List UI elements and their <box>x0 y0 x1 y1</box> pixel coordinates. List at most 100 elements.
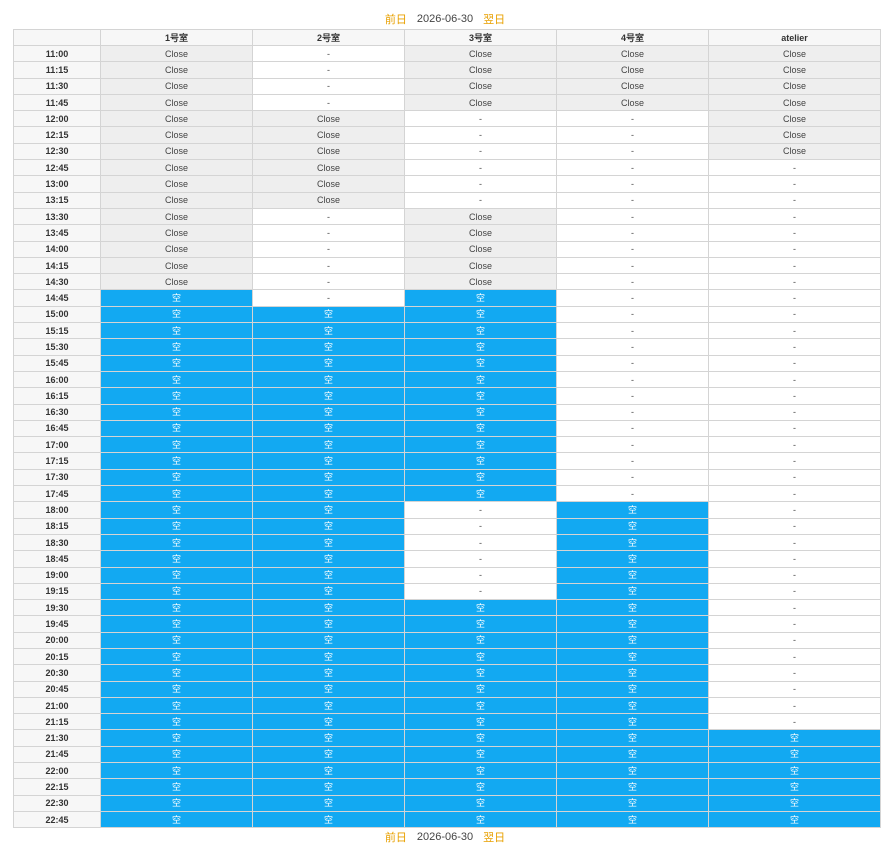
available-slot[interactable]: 空 <box>404 452 557 470</box>
available-slot[interactable]: 空 <box>100 762 253 780</box>
available-slot[interactable]: 空 <box>252 810 405 829</box>
available-slot[interactable]: 空 <box>100 322 253 340</box>
next-day-link[interactable]: 翌日 <box>483 11 505 27</box>
available-slot[interactable]: 空 <box>556 664 709 682</box>
available-slot[interactable]: 空 <box>100 485 253 503</box>
available-slot[interactable]: 空 <box>252 550 405 568</box>
available-slot[interactable]: 空 <box>100 713 253 731</box>
available-slot[interactable]: 空 <box>252 370 405 389</box>
available-slot[interactable]: 空 <box>100 436 253 454</box>
available-slot[interactable]: 空 <box>252 680 405 698</box>
available-slot[interactable]: 空 <box>252 338 405 356</box>
available-slot[interactable]: 空 <box>252 794 405 812</box>
available-slot[interactable]: 空 <box>100 419 253 438</box>
available-slot[interactable]: 空 <box>252 501 405 519</box>
available-slot[interactable]: 空 <box>708 810 881 829</box>
available-slot[interactable]: 空 <box>404 403 557 421</box>
available-slot[interactable]: 空 <box>252 647 405 666</box>
available-slot[interactable]: 空 <box>252 419 405 438</box>
available-slot[interactable]: 空 <box>100 550 253 568</box>
available-slot[interactable]: 空 <box>252 517 405 535</box>
available-slot[interactable]: 空 <box>100 794 253 812</box>
available-slot[interactable]: 空 <box>252 729 405 747</box>
available-slot[interactable]: 空 <box>100 615 253 633</box>
available-slot[interactable]: 空 <box>556 713 709 731</box>
available-slot[interactable]: 空 <box>404 615 557 633</box>
available-slot[interactable]: 空 <box>252 599 405 617</box>
available-slot[interactable]: 空 <box>100 778 253 796</box>
available-slot[interactable]: 空 <box>556 680 709 698</box>
available-slot[interactable]: 空 <box>556 550 709 568</box>
available-slot[interactable]: 空 <box>404 680 557 698</box>
available-slot[interactable]: 空 <box>556 762 709 780</box>
available-slot[interactable]: 空 <box>100 354 253 372</box>
available-slot[interactable]: 空 <box>252 778 405 796</box>
available-slot[interactable]: 空 <box>100 745 253 764</box>
available-slot[interactable]: 空 <box>100 566 253 584</box>
available-slot[interactable]: 空 <box>100 289 253 307</box>
available-slot[interactable]: 空 <box>404 468 557 487</box>
available-slot[interactable]: 空 <box>100 370 253 389</box>
available-slot[interactable]: 空 <box>252 664 405 682</box>
available-slot[interactable]: 空 <box>252 387 405 405</box>
available-slot[interactable]: 空 <box>100 403 253 421</box>
available-slot[interactable]: 空 <box>100 647 253 666</box>
available-slot[interactable]: 空 <box>100 468 253 487</box>
available-slot[interactable]: 空 <box>404 794 557 812</box>
available-slot[interactable]: 空 <box>708 762 881 780</box>
available-slot[interactable]: 空 <box>404 436 557 454</box>
available-slot[interactable]: 空 <box>100 664 253 682</box>
prev-day-link-bottom[interactable]: 前日 <box>385 829 407 845</box>
available-slot[interactable]: 空 <box>404 370 557 389</box>
available-slot[interactable]: 空 <box>252 713 405 731</box>
available-slot[interactable]: 空 <box>100 582 253 601</box>
available-slot[interactable]: 空 <box>252 322 405 340</box>
available-slot[interactable]: 空 <box>556 631 709 649</box>
available-slot[interactable]: 空 <box>252 745 405 764</box>
available-slot[interactable]: 空 <box>556 647 709 666</box>
prev-day-link[interactable]: 前日 <box>385 11 407 27</box>
available-slot[interactable]: 空 <box>708 729 881 747</box>
available-slot[interactable]: 空 <box>100 387 253 405</box>
available-slot[interactable]: 空 <box>404 338 557 356</box>
available-slot[interactable]: 空 <box>252 631 405 649</box>
available-slot[interactable]: 空 <box>404 762 557 780</box>
available-slot[interactable]: 空 <box>252 582 405 601</box>
available-slot[interactable]: 空 <box>100 533 253 552</box>
available-slot[interactable]: 空 <box>100 810 253 829</box>
available-slot[interactable]: 空 <box>404 664 557 682</box>
available-slot[interactable]: 空 <box>404 485 557 503</box>
available-slot[interactable]: 空 <box>404 810 557 829</box>
next-day-link-bottom[interactable]: 翌日 <box>483 829 505 845</box>
available-slot[interactable]: 空 <box>404 696 557 715</box>
available-slot[interactable]: 空 <box>556 778 709 796</box>
available-slot[interactable]: 空 <box>100 631 253 649</box>
available-slot[interactable]: 空 <box>708 794 881 812</box>
available-slot[interactable]: 空 <box>404 387 557 405</box>
available-slot[interactable]: 空 <box>404 322 557 340</box>
available-slot[interactable]: 空 <box>252 566 405 584</box>
available-slot[interactable]: 空 <box>404 631 557 649</box>
available-slot[interactable]: 空 <box>100 680 253 698</box>
available-slot[interactable]: 空 <box>556 745 709 764</box>
available-slot[interactable]: 空 <box>100 599 253 617</box>
available-slot[interactable]: 空 <box>404 647 557 666</box>
available-slot[interactable]: 空 <box>252 354 405 372</box>
available-slot[interactable]: 空 <box>100 517 253 535</box>
available-slot[interactable]: 空 <box>556 729 709 747</box>
available-slot[interactable]: 空 <box>404 778 557 796</box>
available-slot[interactable]: 空 <box>252 468 405 487</box>
available-slot[interactable]: 空 <box>252 762 405 780</box>
available-slot[interactable]: 空 <box>404 729 557 747</box>
available-slot[interactable]: 空 <box>252 696 405 715</box>
available-slot[interactable]: 空 <box>404 713 557 731</box>
available-slot[interactable]: 空 <box>404 305 557 324</box>
available-slot[interactable]: 空 <box>404 289 557 307</box>
available-slot[interactable]: 空 <box>100 305 253 324</box>
available-slot[interactable]: 空 <box>252 615 405 633</box>
available-slot[interactable]: 空 <box>252 485 405 503</box>
available-slot[interactable]: 空 <box>252 436 405 454</box>
available-slot[interactable]: 空 <box>404 745 557 764</box>
available-slot[interactable]: 空 <box>556 582 709 601</box>
available-slot[interactable]: 空 <box>556 533 709 552</box>
